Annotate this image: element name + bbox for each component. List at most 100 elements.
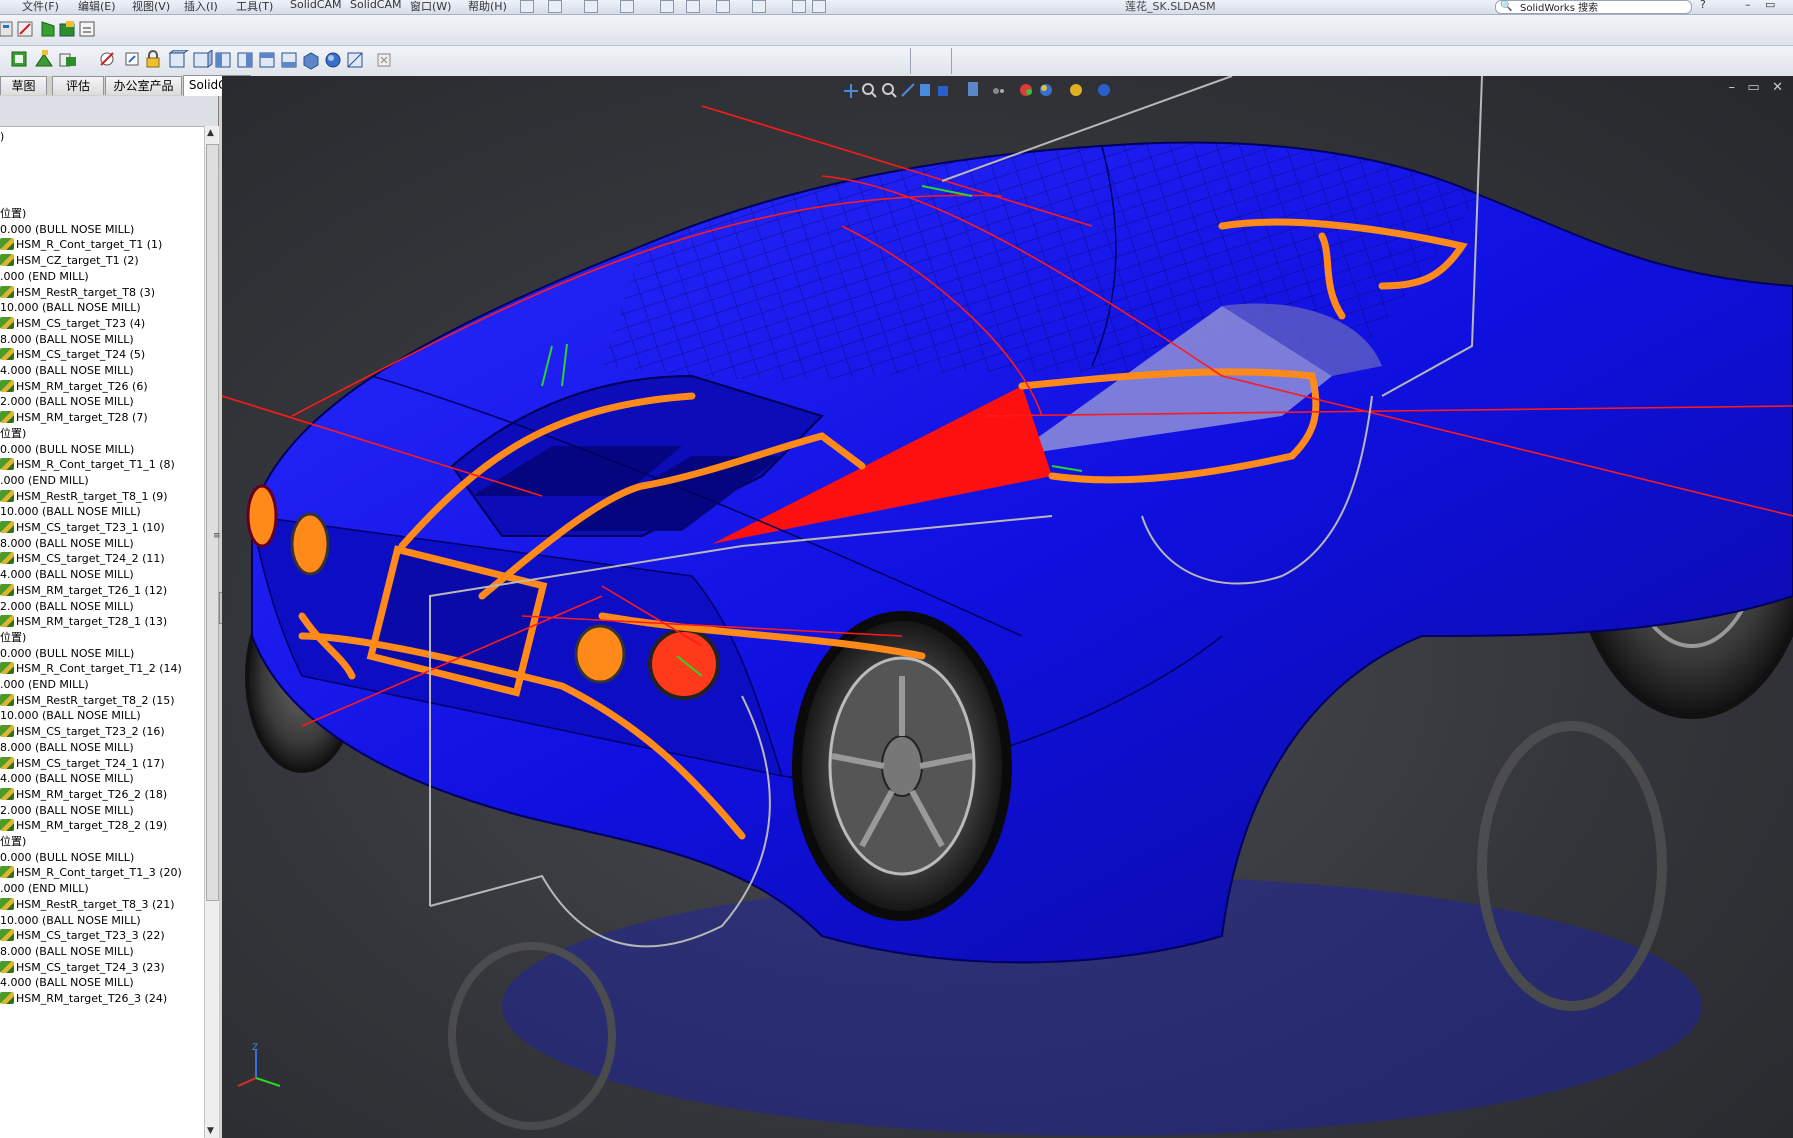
- grip-icon: ≡: [213, 531, 221, 541]
- toolbar-separator: [951, 48, 952, 74]
- viewport-minimize-icon[interactable]: –: [1728, 80, 1735, 95]
- tab-sketch[interactable]: 草图: [0, 76, 47, 95]
- tree-item-label: 4.000 (BALL NOSE MILL): [0, 772, 134, 786]
- window-minimize-icon[interactable]: –: [1745, 0, 1751, 11]
- zoom-fit-icon[interactable]: [862, 83, 877, 98]
- view-bottom-icon[interactable]: [281, 52, 297, 68]
- tree-item-label: 位置): [0, 630, 27, 644]
- view-back-icon[interactable]: [193, 50, 213, 68]
- menu-tools[interactable]: 工具(T): [236, 0, 273, 14]
- move-component-icon[interactable]: [125, 52, 139, 66]
- section-view-icon[interactable]: [920, 84, 930, 96]
- operation-icon: [0, 552, 14, 565]
- scroll-up-arrow-icon[interactable]: ▲: [207, 128, 214, 138]
- operation-icon: [0, 725, 14, 738]
- open-icon[interactable]: [584, 0, 598, 13]
- realview-icon[interactable]: [1070, 84, 1082, 96]
- tab-evaluate[interactable]: 评估: [52, 76, 104, 95]
- operation-icon: [0, 756, 14, 769]
- viewport-restore-icon[interactable]: ▭: [1747, 80, 1759, 95]
- tree-item-label: HSM_RM_target_T26_1 (12): [16, 583, 168, 597]
- tree-item-label: HSM_RM_target_T28 (7): [16, 411, 148, 425]
- solidcam-operation-tree: ) 位置) 0.000 (BULL NOSE MILL) HSM_R_Cont_ta…: [0, 126, 204, 1138]
- tree-item-label: HSM_RestR_target_T8_1 (9): [16, 489, 168, 503]
- new-component-icon[interactable]: [11, 51, 27, 67]
- undo-icon[interactable]: [716, 0, 730, 13]
- document-title: 莲花_SK.SLDASM: [1125, 0, 1216, 13]
- operation-icon: [0, 615, 14, 628]
- car-body[interactable]: [246, 141, 1793, 964]
- tree-item-label: 2.000 (BALL NOSE MILL): [0, 803, 134, 817]
- operation-icon: [0, 521, 14, 533]
- car-model-scene[interactable]: [222, 76, 1793, 1138]
- operation-icon: [0, 929, 14, 942]
- help-question-icon[interactable]: ?: [1700, 0, 1706, 11]
- mate-icon[interactable]: [59, 53, 76, 67]
- tree-scrollbar[interactable]: ▲ ≡ ▼: [204, 126, 221, 1138]
- search-icon: 🔍: [1500, 1, 1513, 12]
- view-left-icon[interactable]: [215, 52, 231, 68]
- menu-insert[interactable]: 插入(I): [184, 0, 218, 14]
- operation-icon: [0, 583, 14, 596]
- menu-solidcam-1[interactable]: SolidCAM: [290, 0, 342, 11]
- drawing-icon[interactable]: [79, 21, 95, 37]
- insert-component-icon[interactable]: [35, 50, 53, 67]
- tree-item-label: .000 (END MILL): [0, 882, 89, 896]
- options-icon[interactable]: [812, 0, 826, 13]
- operation-icon: [0, 316, 14, 329]
- lock-icon[interactable]: [146, 50, 160, 68]
- rotate-icon[interactable]: [901, 83, 915, 97]
- menu-view[interactable]: 视图(V): [132, 0, 170, 14]
- standard-views-icon[interactable]: [968, 82, 978, 96]
- view-top-icon[interactable]: [259, 52, 275, 68]
- operation-item[interactable]: HSM_RM_target_T26_3 (24): [0, 990, 167, 1008]
- select-icon[interactable]: [752, 0, 766, 13]
- scroll-down-arrow-icon[interactable]: ▼: [207, 1126, 214, 1136]
- section-view-icon[interactable]: [347, 52, 363, 68]
- shaded-view-icon[interactable]: [325, 52, 341, 68]
- assembly-icon[interactable]: [0, 21, 13, 37]
- tab-office-products[interactable]: 办公室产品: [105, 76, 182, 95]
- tree-item-label: 10.000 (BALL NOSE MILL): [0, 913, 141, 927]
- sketch-icon[interactable]: [17, 21, 33, 37]
- hide-show-icon[interactable]: [993, 88, 1004, 94]
- part-green-icon[interactable]: [41, 21, 55, 37]
- search-input[interactable]: 🔍 SolidWorks 搜索: [1495, 0, 1692, 14]
- tree-item-label: HSM_RM_target_T26_2 (18): [16, 787, 168, 801]
- tree-item-label: .000 (END MILL): [0, 678, 89, 691]
- render-icon[interactable]: [1098, 84, 1110, 96]
- view-orient-icon[interactable]: [844, 84, 858, 98]
- display-style-icon[interactable]: [938, 86, 948, 96]
- viewport-close-icon[interactable]: ✕: [1772, 80, 1783, 95]
- tree-item-label: HSM_R_Cont_target_T1_3 (20): [16, 866, 182, 880]
- window-restore-icon[interactable]: ▭: [1765, 0, 1775, 11]
- new-doc-icon[interactable]: [548, 0, 562, 13]
- tree-root-label[interactable]: ): [0, 130, 4, 143]
- pin-icon[interactable]: [520, 0, 534, 13]
- zoom-area-icon[interactable]: [882, 83, 897, 98]
- tree-item-label: 4.000 (BALL NOSE MILL): [0, 976, 134, 990]
- tree-item-label: HSM_RM_target_T28_1 (13): [16, 615, 168, 629]
- scene-icon[interactable]: [1040, 84, 1052, 96]
- menu-solidcam-2[interactable]: SolidCAM: [350, 0, 402, 11]
- appearance-icon[interactable]: [1020, 84, 1032, 96]
- graphics-viewport[interactable]: – ▭ ✕ Z: [222, 76, 1793, 1138]
- save-icon[interactable]: [620, 0, 634, 13]
- operation-icon: [0, 238, 14, 251]
- view-right-icon[interactable]: [237, 52, 253, 68]
- tree-item-label: 8.000 (BALL NOSE MILL): [0, 332, 134, 346]
- smart-fastener-icon[interactable]: [100, 52, 114, 66]
- menu-window[interactable]: 窗口(W): [410, 0, 451, 14]
- view-iso-icon[interactable]: [303, 52, 319, 70]
- menu-help[interactable]: 帮助(H): [468, 0, 507, 14]
- close-doc-icon[interactable]: [377, 53, 391, 67]
- parts-icon[interactable]: [59, 21, 75, 37]
- menu-file[interactable]: 文件(F): [22, 0, 59, 14]
- traffic-light-icon[interactable]: [792, 0, 806, 13]
- print-icon[interactable]: [660, 0, 674, 13]
- scroll-thumb[interactable]: ≡: [206, 144, 221, 901]
- operation-icon: [0, 897, 14, 910]
- rebuild-icon[interactable]: [686, 0, 700, 13]
- menu-edit[interactable]: 编辑(E): [78, 0, 116, 14]
- view-front-icon[interactable]: [168, 50, 189, 68]
